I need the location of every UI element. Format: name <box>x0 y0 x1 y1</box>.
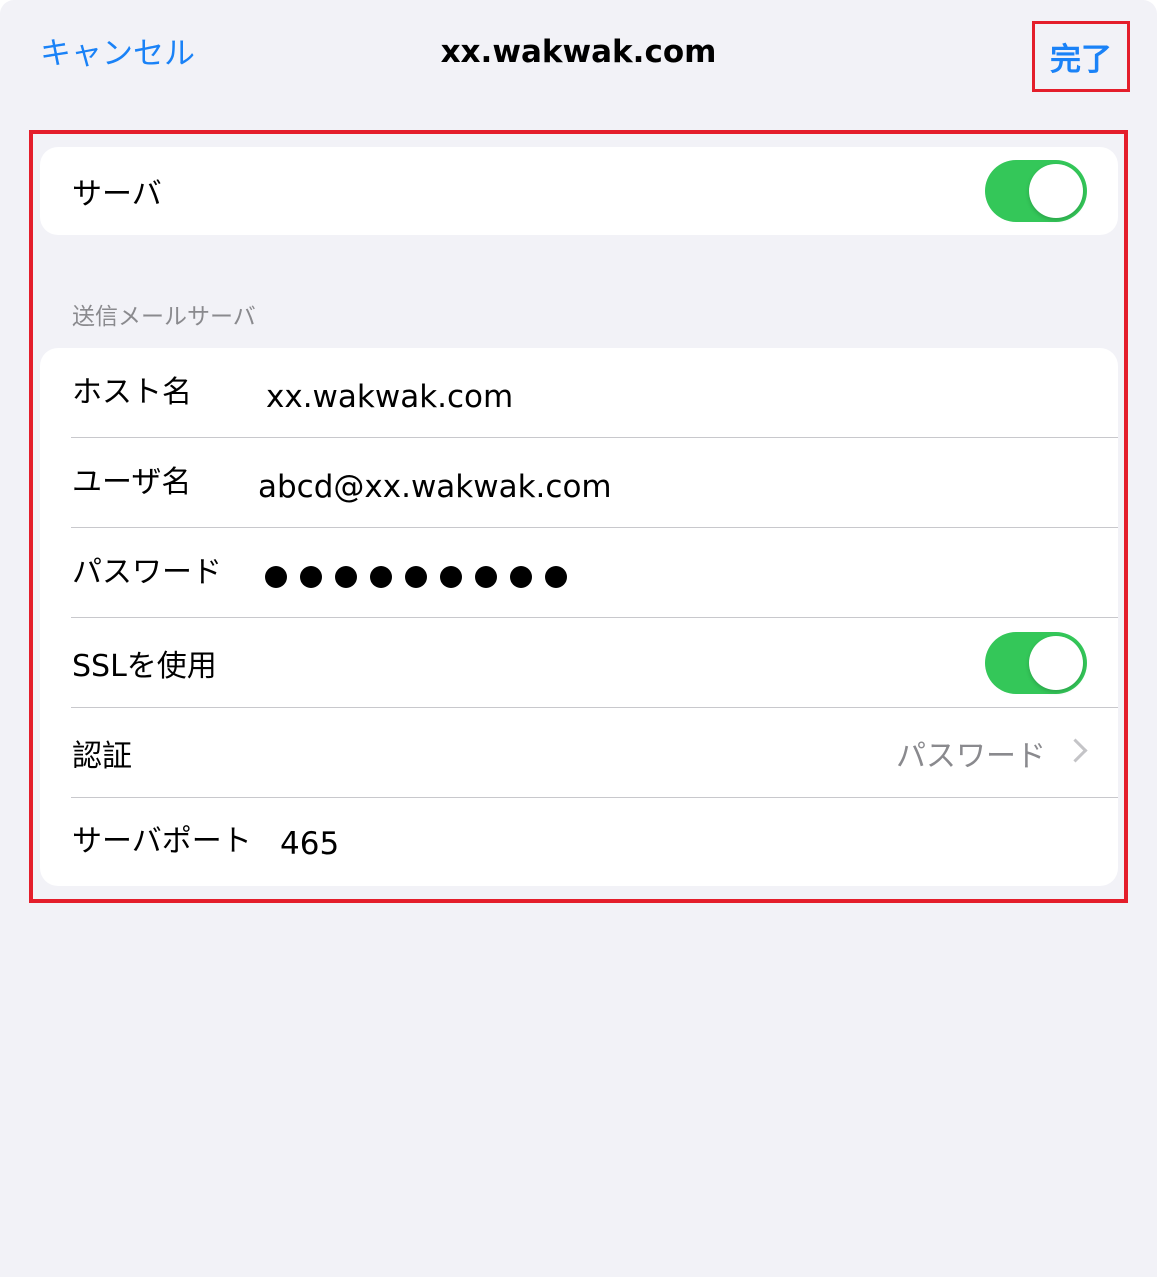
password-mask-dot <box>405 566 427 588</box>
server-toggle[interactable] <box>985 160 1087 222</box>
password-mask-dot <box>475 566 497 588</box>
server-row: サーバ <box>40 147 1118 235</box>
port-field[interactable]: 465 <box>280 800 339 888</box>
outgoing-server-card: ホスト名 xx.wakwak.com ユーザ名 abcd@xx.wakwak.c… <box>40 348 1118 886</box>
password-mask-dot <box>265 566 287 588</box>
username-row: ユーザ名 abcd@xx.wakwak.com <box>40 438 1118 528</box>
password-row: パスワード <box>40 528 1118 618</box>
port-row: サーバポート 465 <box>40 798 1118 886</box>
settings-sheet: キャンセル xx.wakwak.com 完了 サーバ 送信メールサーバ ホスト名… <box>0 0 1157 1277</box>
ssl-row: SSLを使用 <box>40 618 1118 708</box>
password-mask-dot <box>510 566 532 588</box>
auth-row[interactable]: 認証 パスワード <box>40 708 1118 798</box>
section-header-outgoing: 送信メールサーバ <box>72 304 256 330</box>
auth-label: 認証 <box>72 739 132 774</box>
password-field[interactable] <box>265 532 567 622</box>
host-label: ホスト名 <box>72 375 192 410</box>
done-button-label: 完了 <box>1050 42 1112 78</box>
ssl-toggle[interactable] <box>985 632 1087 694</box>
toggle-knob <box>1029 164 1083 218</box>
port-label: サーバポート <box>72 824 252 859</box>
password-mask-dot <box>370 566 392 588</box>
ssl-label: SSLを使用 <box>72 649 217 684</box>
server-label: サーバ <box>72 177 162 212</box>
password-mask-dot <box>335 566 357 588</box>
password-mask-dot <box>440 566 462 588</box>
chevron-right-icon <box>1063 738 1088 763</box>
host-field[interactable]: xx.wakwak.com <box>266 352 513 442</box>
password-mask-dot <box>545 566 567 588</box>
password-mask-dot <box>300 566 322 588</box>
server-card: サーバ <box>40 147 1118 235</box>
username-label: ユーザ名 <box>72 465 192 500</box>
cancel-button[interactable]: キャンセル <box>40 32 195 76</box>
done-button[interactable]: 完了 <box>1032 21 1130 92</box>
username-field[interactable]: abcd@xx.wakwak.com <box>258 442 612 532</box>
host-row: ホスト名 xx.wakwak.com <box>40 348 1118 438</box>
auth-value: パスワード <box>896 739 1046 774</box>
password-label: パスワード <box>72 555 222 590</box>
toggle-knob <box>1029 636 1083 690</box>
